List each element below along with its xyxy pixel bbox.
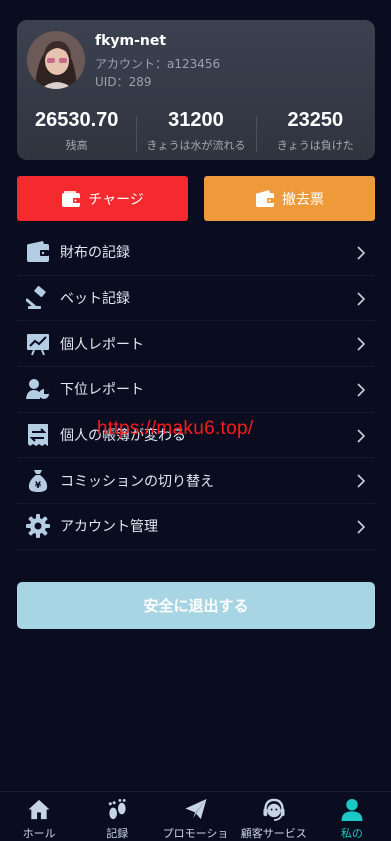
tab-label: 顧客サービス: [240, 827, 307, 840]
stat-today-flow: 31200 きょうは水が流れる: [136, 108, 255, 154]
menu-label: ベット記録: [60, 291, 130, 308]
uid-value: 289: [128, 75, 152, 89]
menu-label: 個人レポート: [60, 336, 144, 353]
uid-line: UID：289: [95, 73, 151, 90]
wallet-icon: [27, 241, 49, 263]
stat-label: きょうは負けた: [276, 139, 354, 152]
bottom-tab-bar: ホール 記録 プロモーショ 顧客サービス 私の: [0, 791, 391, 841]
stat-balance: 26530.70 残高: [17, 108, 136, 154]
menu-item-personal-report[interactable]: 個人レポート: [17, 321, 375, 368]
tab-label: プロモーショ: [162, 827, 229, 840]
tab-records[interactable]: 記録: [78, 792, 156, 841]
chevron-right-icon: [357, 520, 366, 534]
menu-item-commission-switch[interactable]: ¥ コミッションの切り替え: [17, 458, 375, 505]
gear-icon: [26, 514, 50, 539]
profile-card: fkym-net アカウント：a123456 UID：289 26530.70 …: [17, 20, 375, 160]
stats-row: 26530.70 残高 31200 きょうは水が流れる 23250 きょうは負け…: [17, 108, 375, 154]
withdraw-button[interactable]: 撤去票: [204, 176, 375, 221]
menu-label: コミッションの切り替え: [60, 473, 214, 490]
tab-home[interactable]: ホール: [0, 792, 78, 841]
wallet-icon: [256, 189, 274, 207]
withdraw-label: 撤去票: [282, 191, 324, 208]
stat-value: 31200: [168, 109, 224, 131]
chevron-right-icon: [357, 383, 366, 397]
ledger-transfer-icon: [28, 424, 48, 447]
account-line: アカウント：a123456: [95, 55, 220, 72]
menu-item-account-management[interactable]: アカウント管理: [17, 504, 375, 550]
menu-label: 財布の記録: [60, 245, 130, 262]
wallet-icon: [62, 190, 81, 207]
charge-button[interactable]: チャージ: [17, 176, 188, 221]
account-label: アカウント：: [95, 57, 168, 71]
user-icon: [341, 798, 363, 821]
menu-label: 下位レポート: [60, 382, 144, 399]
menu-item-wallet-records[interactable]: 財布の記録: [17, 230, 375, 276]
menu-label: アカウント管理: [60, 519, 158, 536]
menu-item-subordinate-report[interactable]: 下位レポート: [17, 367, 375, 413]
chart-report-icon: [27, 333, 49, 356]
home-icon: [28, 799, 50, 820]
stat-value: 23250: [287, 109, 344, 131]
menu-item-bet-records[interactable]: ベット記録: [17, 276, 375, 322]
chevron-right-icon: [357, 429, 366, 443]
tab-customer-service[interactable]: 顧客サービス: [235, 792, 313, 841]
menu-list: 財布の記録 ベット記録 個人レポート 下位レポート 個人の帳簿が変わる ¥ コミ…: [17, 230, 375, 550]
chevron-right-icon: [357, 246, 366, 260]
avatar[interactable]: [27, 31, 85, 89]
chevron-right-icon: [357, 474, 366, 489]
svg-text:¥: ¥: [35, 481, 42, 491]
tab-promotion[interactable]: プロモーショ: [156, 792, 234, 841]
tab-mine[interactable]: 私の: [313, 792, 391, 841]
watermark-url: https://maku6.top/: [97, 418, 254, 439]
chevron-right-icon: [357, 337, 366, 351]
tab-label: 私の: [340, 827, 363, 840]
tab-label: 記録: [106, 827, 129, 840]
user-chart-icon: [26, 379, 49, 400]
username: fkym-net: [95, 33, 167, 49]
stat-label: きょうは水が流れる: [146, 139, 246, 152]
money-bag-icon: ¥: [28, 469, 48, 492]
stat-label: 残高: [65, 139, 88, 152]
chevron-right-icon: [357, 292, 366, 306]
footprints-icon: [109, 798, 126, 820]
stat-today-loss: 23250 きょうは負けた: [255, 108, 375, 154]
stat-value: 26530.70: [34, 109, 119, 131]
charge-label: チャージ: [88, 191, 144, 208]
uid-label: UID：: [95, 75, 129, 89]
headset-icon: [263, 798, 285, 821]
logout-button[interactable]: 安全に退出する: [17, 582, 375, 629]
gavel-icon: [26, 286, 46, 310]
account-value: a123456: [167, 57, 221, 71]
paper-plane-icon: [184, 798, 207, 820]
account-page: fkym-net アカウント：a123456 UID：289 26530.70 …: [0, 0, 391, 841]
tab-label: ホール: [22, 827, 56, 840]
